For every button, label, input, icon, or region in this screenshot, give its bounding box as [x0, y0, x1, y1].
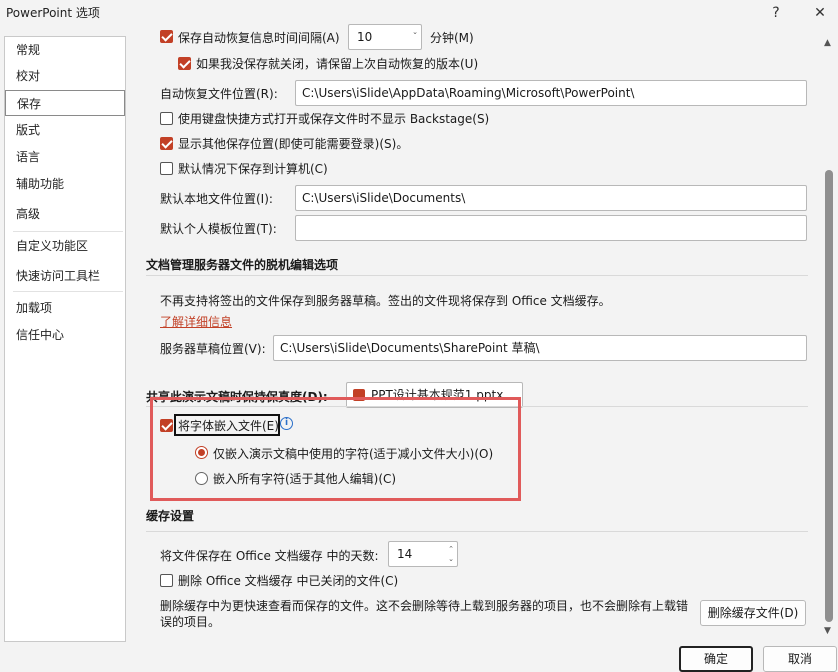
template-location-label: 默认个人模板位置(T):: [160, 222, 277, 236]
autorecover-label: 保存自动恢复信息时间间隔(A): [178, 31, 340, 45]
scrollbar-thumb[interactable]: [825, 170, 833, 622]
delete-closed-files-checkbox[interactable]: [160, 574, 173, 587]
nav-item-addins[interactable]: 加载项: [5, 295, 125, 321]
nav-item-layout[interactable]: 版式: [5, 117, 125, 143]
cache-days-value: 14: [397, 547, 413, 561]
nav-item-customize-ribbon[interactable]: 自定义功能区: [5, 233, 125, 259]
cancel-button[interactable]: 取消: [763, 646, 837, 672]
cache-section-title: 缓存设置: [146, 509, 195, 523]
local-location-input[interactable]: C:\Users\iSlide\Documents\: [295, 185, 807, 211]
learn-more-link[interactable]: 了解详细信息: [160, 313, 232, 330]
keep-last-version-label: 如果我没保存就关闭，请保留上次自动恢复的版本(U): [196, 57, 479, 71]
nav-item-proofing[interactable]: 校对: [5, 63, 125, 89]
show-other-locations-label: 显示其他保存位置(即使可能需要登录)(S)。: [178, 137, 409, 151]
section-divider: [146, 275, 808, 276]
minutes-unit-label: 分钟(M): [430, 31, 474, 45]
autorecover-location-input[interactable]: C:\Users\iSlide\AppData\Roaming\Microsof…: [295, 80, 807, 106]
ok-button[interactable]: 确定: [679, 646, 753, 672]
cache-days-stepper[interactable]: 14 ⌃ ⌄: [388, 541, 458, 567]
keep-last-version-checkbox[interactable]: [178, 57, 191, 70]
nav-item-advanced[interactable]: 高级: [5, 201, 125, 227]
drafts-location-label: 服务器草稿位置(V):: [160, 342, 266, 356]
nav-item-trust-center[interactable]: 信任中心: [5, 322, 125, 348]
scroll-up-icon[interactable]: ▲: [824, 38, 831, 48]
options-nav: 常规 校对 保存 版式 语言 辅助功能 高级 自定义功能区 快速访问工具栏 加载…: [4, 36, 126, 642]
window-title: PowerPoint 选项: [6, 6, 100, 20]
spinner-arrows-icon[interactable]: ⌃ ⌄: [448, 544, 454, 564]
template-location-input[interactable]: [295, 215, 807, 241]
scroll-down-icon[interactable]: ▼: [824, 626, 831, 636]
delete-cache-button[interactable]: 删除缓存文件(D): [700, 600, 806, 626]
save-to-computer-label: 默认情况下保存到计算机(C): [178, 162, 328, 176]
highlight-annotation: [150, 397, 521, 501]
nav-divider: [13, 231, 123, 232]
vertical-scrollbar[interactable]: ▲ ▼: [822, 36, 836, 640]
nav-divider: [13, 291, 123, 292]
save-options-panel: 保存自动恢复信息时间间隔(A) 10 ⌄ 分钟(M) 如果我没保存就关闭，请保留…: [136, 22, 820, 642]
autorecover-minutes-stepper[interactable]: 10 ⌄: [348, 24, 422, 50]
no-backstage-label: 使用键盘快捷方式打开或保存文件时不显示 Backstage(S): [178, 112, 490, 126]
save-to-computer-checkbox[interactable]: [160, 162, 173, 175]
cache-days-label: 将文件保存在 Office 文档缓存 中的天数:: [160, 549, 379, 563]
offline-section-title: 文档管理服务器文件的脱机编辑选项: [146, 258, 339, 272]
nav-item-language[interactable]: 语言: [5, 144, 125, 170]
section-divider: [146, 531, 808, 532]
offline-notice: 不再支持将签出的文件保存到服务器草稿。签出的文件现将保存到 Office 文档缓…: [160, 294, 611, 308]
drafts-location-input[interactable]: C:\Users\iSlide\Documents\SharePoint 草稿\: [273, 335, 807, 361]
autorecover-location-label: 自动恢复文件位置(R):: [160, 87, 278, 101]
autorecover-checkbox[interactable]: [160, 30, 173, 43]
nav-item-save[interactable]: 保存: [5, 90, 125, 116]
nav-item-quick-access[interactable]: 快速访问工具栏: [5, 263, 125, 289]
no-backstage-checkbox[interactable]: [160, 112, 173, 125]
local-location-label: 默认本地文件位置(I):: [160, 192, 273, 206]
show-other-locations-checkbox[interactable]: [160, 137, 173, 150]
nav-item-general[interactable]: 常规: [5, 37, 125, 63]
delete-closed-files-label: 删除 Office 文档缓存 中已关闭的文件(C): [178, 574, 399, 588]
nav-item-accessibility[interactable]: 辅助功能: [5, 171, 125, 197]
autorecover-minutes-value: 10: [357, 30, 373, 44]
cache-note: 删除缓存中为更快速查看而保存的文件。这不会删除等待上载到服务器的项目，也不会删除…: [160, 599, 689, 629]
spinner-chevron-icon[interactable]: ⌄: [412, 27, 418, 37]
